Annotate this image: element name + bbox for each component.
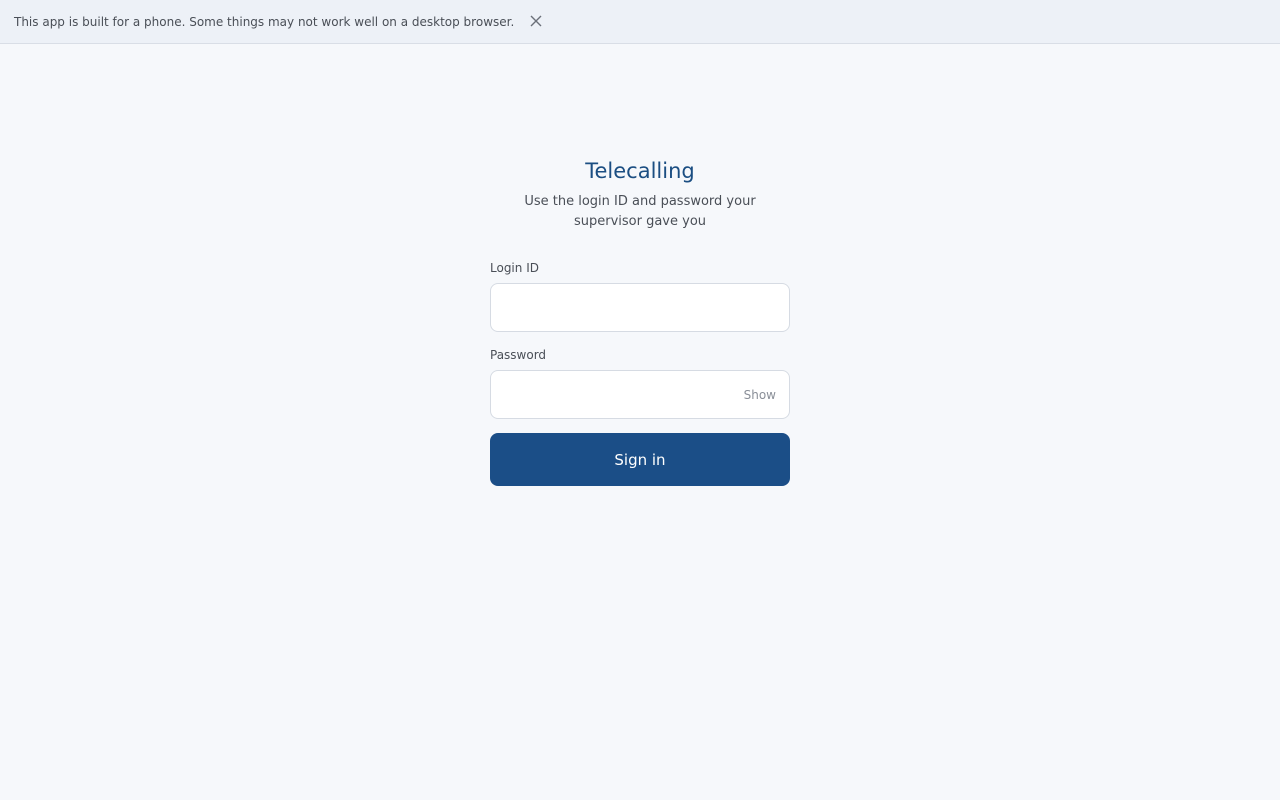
close-icon[interactable] [528,13,544,29]
show-password-button[interactable]: Show [744,388,776,402]
login-id-input[interactable] [490,283,790,332]
sign-in-button[interactable]: Sign in [490,433,790,486]
login-id-field-wrapper [490,283,790,332]
app-title: Telecalling [585,159,695,183]
password-label: Password [490,348,547,362]
login-subtitle: Use the login ID and password your super… [524,194,756,229]
login-id-label: Login ID [490,261,539,275]
banner-message: This app is built for a phone. Some thin… [14,14,515,29]
password-field-wrapper: Show [490,370,790,419]
desktop-warning-banner: This app is built for a phone. Some thin… [0,0,1280,44]
login-form: Telecalling Use the login ID and passwor… [490,156,790,486]
